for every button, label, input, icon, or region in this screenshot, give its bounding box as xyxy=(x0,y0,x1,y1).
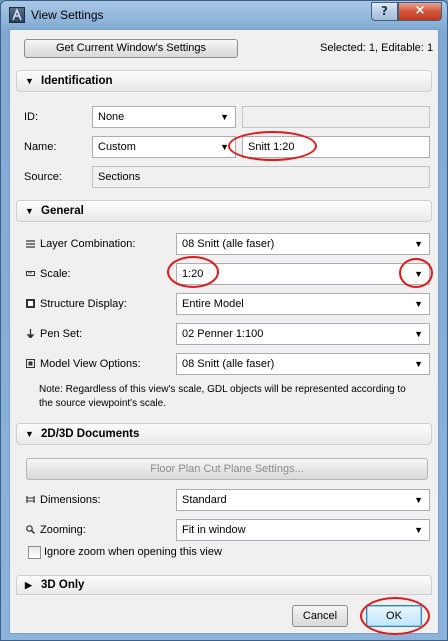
title-bar[interactable]: View Settings ? × xyxy=(1,1,447,29)
dimensions-dropdown[interactable]: Standard ▼ xyxy=(176,489,430,511)
model-view-options-label: Model View Options: xyxy=(26,358,141,370)
scale-note: Note: Regardless of this view's scale, G… xyxy=(39,383,429,411)
general-header-label: General xyxy=(41,205,84,217)
general-section-header[interactable]: ▼ General xyxy=(16,200,432,222)
ok-button-highlight-ring xyxy=(360,597,430,635)
3d-only-section-header[interactable]: ▶ 3D Only xyxy=(16,575,432,595)
expand-triangle-icon: ▼ xyxy=(25,429,34,439)
dimensions-label: Dimensions: xyxy=(26,494,101,506)
dimensions-value: Standard xyxy=(182,494,227,506)
id-dropdown[interactable]: None ▼ xyxy=(92,106,236,128)
collapse-triangle-icon: ▶ xyxy=(25,580,32,590)
chevron-down-icon: ▼ xyxy=(414,329,423,339)
3d-only-header-label: 3D Only xyxy=(41,579,85,591)
id-label: ID: xyxy=(24,111,39,123)
layers-icon xyxy=(26,239,35,248)
dimensions-label-text: Dimensions: xyxy=(40,494,101,506)
name-dropdown[interactable]: Custom ▼ xyxy=(92,136,236,158)
window-title: View Settings xyxy=(31,8,104,22)
zooming-label-text: Zooming: xyxy=(40,524,86,536)
pen-set-dropdown[interactable]: 02 Penner 1:100 ▼ xyxy=(176,323,430,345)
ignore-zoom-label[interactable]: Ignore zoom when opening this view xyxy=(44,546,222,558)
cancel-button[interactable]: Cancel xyxy=(292,605,348,627)
floor-plan-cut-plane-settings-button[interactable]: Floor Plan Cut Plane Settings... xyxy=(26,458,428,480)
name-dropdown-value: Custom xyxy=(98,141,136,153)
ruler-icon xyxy=(26,269,35,278)
id-dropdown-value: None xyxy=(98,111,125,123)
selection-status: Selected: 1, Editable: 1 xyxy=(320,42,434,54)
close-button[interactable]: × xyxy=(398,2,442,21)
chevron-down-icon: ▼ xyxy=(414,359,423,369)
pen-set-label-text: Pen Set: xyxy=(40,328,83,340)
zooming-dropdown[interactable]: Fit in window ▼ xyxy=(176,519,430,541)
scale-note-line-2: the source viewpoint's scale. xyxy=(39,398,166,409)
view-settings-window: View Settings ? × Get Current Window's S… xyxy=(0,0,448,641)
model-view-icon xyxy=(26,359,35,368)
name-label: Name: xyxy=(24,141,57,153)
model-view-options-label-text: Model View Options: xyxy=(40,358,141,370)
layer-combination-label: Layer Combination: xyxy=(26,238,135,250)
identification-section-header[interactable]: ▼ Identification xyxy=(16,70,432,92)
layer-combination-value: 08 Snitt (alle faser) xyxy=(182,238,275,250)
expand-triangle-icon: ▼ xyxy=(25,206,34,216)
magnifier-icon xyxy=(26,525,36,535)
chevron-down-icon: ▼ xyxy=(414,525,423,535)
expand-triangle-icon: ▼ xyxy=(25,76,34,86)
help-button[interactable]: ? xyxy=(371,2,398,21)
scale-note-line-1: Note: Regardless of this view's scale, G… xyxy=(39,384,406,395)
dimension-icon xyxy=(26,495,35,504)
chevron-down-icon: ▼ xyxy=(414,239,423,249)
identification-header-label: Identification xyxy=(41,75,113,87)
documents-header-label: 2D/3D Documents xyxy=(41,428,140,440)
name-text-highlight-ring xyxy=(228,131,317,161)
scale-label: Scale: xyxy=(26,268,71,280)
zooming-value: Fit in window xyxy=(182,524,246,536)
scale-label-text: Scale: xyxy=(40,268,71,280)
pen-set-value: 02 Penner 1:100 xyxy=(182,328,264,340)
ignore-zoom-checkbox[interactable] xyxy=(28,546,41,559)
get-current-window-settings-button[interactable]: Get Current Window's Settings xyxy=(24,39,238,58)
chevron-down-icon: ▼ xyxy=(220,112,229,122)
source-label: Source: xyxy=(24,171,62,183)
chevron-down-icon: ▼ xyxy=(414,495,423,505)
model-view-options-value: 08 Snitt (alle faser) xyxy=(182,358,275,370)
structure-display-value: Entire Model xyxy=(182,298,244,310)
model-view-options-dropdown[interactable]: 08 Snitt (alle faser) ▼ xyxy=(176,353,430,375)
layer-combination-dropdown[interactable]: 08 Snitt (alle faser) ▼ xyxy=(176,233,430,255)
structure-display-dropdown[interactable]: Entire Model ▼ xyxy=(176,293,430,315)
pen-icon xyxy=(26,329,35,340)
source-field: Sections xyxy=(92,166,430,188)
structure-display-label-text: Structure Display: xyxy=(40,298,127,310)
scale-arrow-highlight-ring xyxy=(399,258,433,288)
pen-set-label: Pen Set: xyxy=(26,328,82,340)
structure-display-label: Structure Display: xyxy=(26,298,127,310)
zooming-label: Zooming: xyxy=(26,524,86,536)
structure-icon xyxy=(26,299,35,308)
scale-value-highlight-ring xyxy=(167,256,219,288)
id-text-field[interactable] xyxy=(242,106,430,128)
chevron-down-icon: ▼ xyxy=(414,299,423,309)
archicad-app-icon xyxy=(9,7,25,23)
layer-combination-label-text: Layer Combination: xyxy=(40,238,136,250)
dialog-body: Get Current Window's Settings Selected: … xyxy=(9,29,439,634)
documents-section-header[interactable]: ▼ 2D/3D Documents xyxy=(16,423,432,445)
